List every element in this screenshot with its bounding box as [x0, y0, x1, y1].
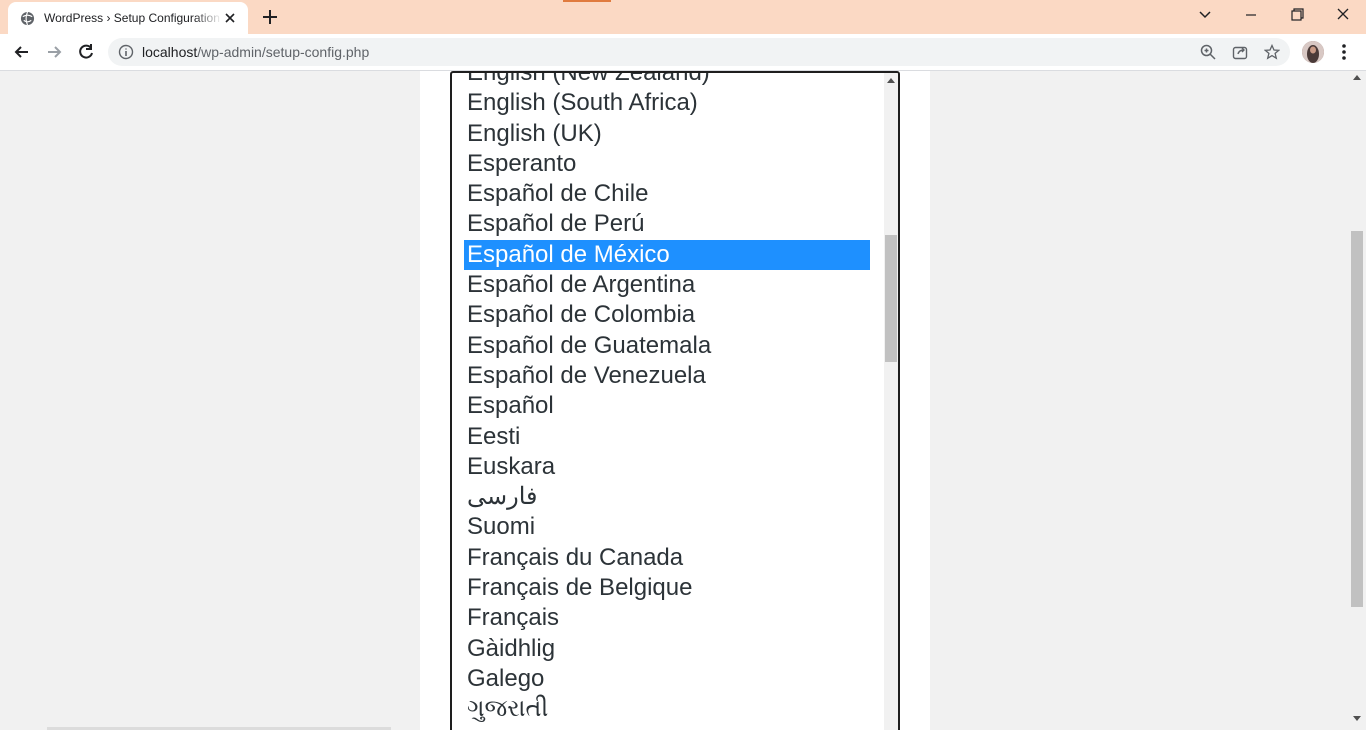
language-option[interactable]: English (New Zealand) [464, 73, 870, 88]
tab-strip: WordPress › Setup Configuration [0, 0, 1366, 34]
reload-icon[interactable] [76, 42, 96, 62]
language-list-scrollbar[interactable] [884, 73, 898, 730]
language-option[interactable]: Euskara [464, 452, 870, 482]
page-scrollbar[interactable] [1349, 71, 1366, 730]
url-path: /wp-admin/setup-config.php [197, 44, 370, 60]
browser-tab-active[interactable]: WordPress › Setup Configuration [8, 2, 248, 34]
language-option[interactable]: Español de Perú [464, 209, 870, 239]
list-scroll-thumb[interactable] [885, 235, 897, 362]
language-option[interactable]: Español de Colombia [464, 300, 870, 330]
language-option[interactable]: Français [464, 603, 870, 633]
forward-arrow-icon[interactable] [44, 42, 64, 62]
zoom-icon[interactable] [1200, 44, 1216, 60]
language-option[interactable]: Français du Canada [464, 543, 870, 573]
new-tab-icon[interactable] [260, 7, 280, 27]
language-option[interactable]: Eesti [464, 422, 870, 452]
bookmark-star-icon[interactable] [1264, 44, 1280, 60]
language-select-list[interactable]: English (New Zealand) English (South Afri… [450, 71, 900, 730]
url-host: localhost [142, 44, 198, 60]
language-option[interactable]: Français de Belgique [464, 573, 870, 603]
profile-picture-icon [1302, 41, 1324, 63]
language-option[interactable]: Español de Venezuela [464, 361, 870, 391]
language-option[interactable]: Español de Chile [464, 179, 870, 209]
profile-avatar[interactable] [1302, 41, 1324, 63]
address-url[interactable]: localhost/wp-admin/setup-config.php [142, 44, 369, 60]
restore-icon[interactable] [1285, 5, 1309, 25]
language-option[interactable]: فارسی [464, 482, 870, 512]
address-bar[interactable]: localhost/wp-admin/setup-config.php [108, 38, 1290, 66]
language-option[interactable]: Esperanto [464, 149, 870, 179]
tab-title-fade [194, 8, 222, 28]
list-scroll-up-arrow-icon[interactable] [887, 78, 895, 83]
language-option[interactable]: Galego [464, 664, 870, 694]
tab-search-chevron-down-icon[interactable] [1193, 5, 1217, 25]
close-window-icon[interactable] [1331, 5, 1355, 25]
back-arrow-icon[interactable] [12, 42, 32, 62]
page-scroll-up-arrow-icon[interactable] [1353, 75, 1361, 80]
more-menu-icon[interactable] [1336, 42, 1352, 62]
language-option[interactable]: Suomi [464, 512, 870, 542]
language-option[interactable]: English (South Africa) [464, 88, 870, 118]
share-icon[interactable] [1232, 44, 1248, 60]
minimize-icon[interactable] [1239, 5, 1263, 25]
wordpress-favicon-icon [20, 11, 35, 26]
close-tab-icon[interactable] [222, 10, 238, 26]
language-option[interactable]: Gàidhlig [464, 634, 870, 664]
language-option[interactable]: Español de Argentina [464, 270, 870, 300]
browser-toolbar: localhost/wp-admin/setup-config.php [0, 34, 1366, 71]
site-info-icon[interactable] [118, 44, 134, 60]
language-option[interactable]: Español [464, 391, 870, 421]
language-option[interactable]: ગુજરાતી [464, 694, 870, 724]
page-scroll-thumb[interactable] [1351, 231, 1363, 607]
language-options: English (New Zealand) English (South Afri… [452, 73, 884, 725]
language-option[interactable]: English (UK) [464, 119, 870, 149]
page-scroll-down-arrow-icon[interactable] [1353, 716, 1361, 721]
language-option-selected[interactable]: Español de México [464, 239, 870, 271]
tab-accent-bar [563, 0, 611, 2]
language-option[interactable]: Español de Guatemala [464, 331, 870, 361]
